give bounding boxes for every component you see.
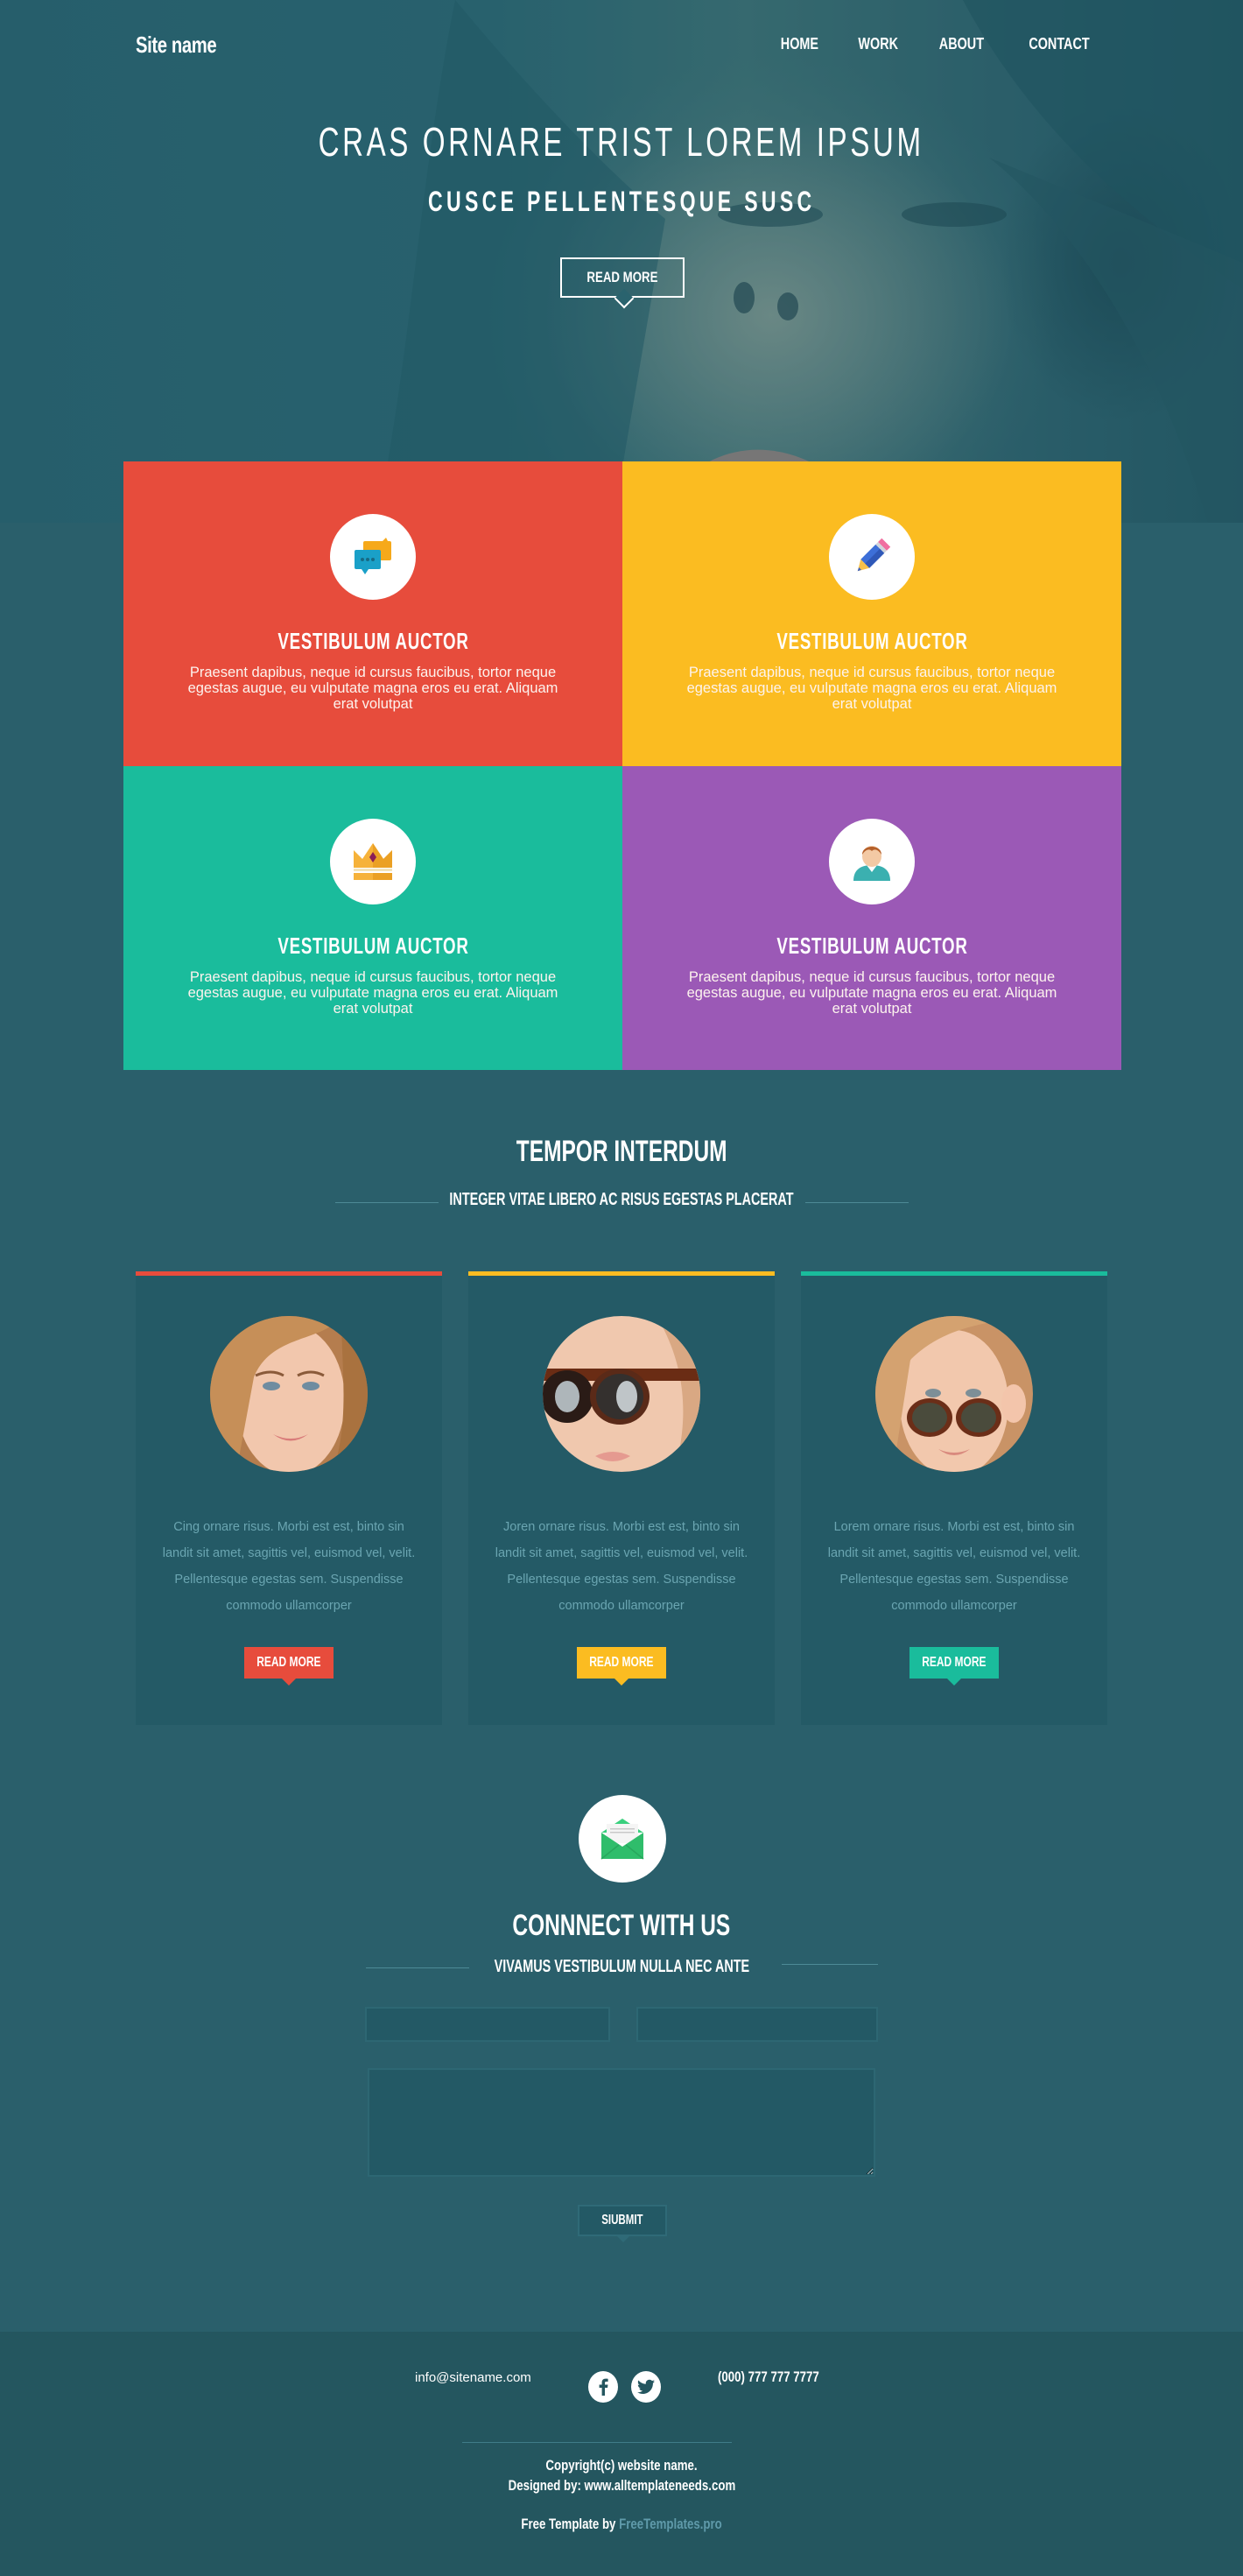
name-input[interactable]	[365, 2007, 610, 2042]
card-read-more-button[interactable]: READ MORE	[244, 1647, 334, 1686]
footer-free-template: Free Template by FreeTemplates.pro	[0, 2516, 1243, 2533]
footer-designed-by-text: Designed by: www.alltemplateneeds.com	[508, 2477, 735, 2494]
nav-contact[interactable]: CONTACT	[1029, 35, 1090, 53]
pencil-icon	[857, 538, 891, 572]
hero-read-more-button[interactable]: READ MORE	[560, 257, 685, 298]
hero-title-text: CRAS ORNARE TRIST LOREM IPSUM	[318, 119, 925, 165]
card-read-more-label: READ MORE	[256, 1655, 321, 1670]
feature-tile-pencil: VESTIBULUM AUCTOR Praesent dapibus, nequ…	[622, 461, 1121, 766]
feature-title-text: VESTIBULUM AUCTOR	[776, 933, 968, 959]
feature-icon-circle	[829, 514, 915, 600]
feature-tile-crown: VESTIBULUM AUCTOR Praesent dapibus, nequ…	[123, 766, 622, 1070]
woman-sunglasses-portrait-image	[543, 1316, 700, 1472]
facebook-icon	[599, 2378, 608, 2396]
main-nav: HOME WORK ABOUT CONTACT	[741, 35, 1090, 53]
hero-subtitle-text: CUSCE PELLENTESQUE SUSC	[427, 186, 816, 217]
footer-copyright-text: Copyright(c) website name.	[545, 2457, 698, 2474]
facebook-button[interactable]	[588, 2371, 618, 2403]
contact-subtitle: VIVAMUS VESTIBULUM NULLA NEC ANTE	[0, 1957, 1243, 1977]
footer-phone: (000) 777 777 7777	[718, 2368, 847, 2386]
message-textarea[interactable]	[368, 2068, 875, 2177]
twitter-button[interactable]	[631, 2371, 661, 2403]
footer-copyright: Copyright(c) website name.	[0, 2457, 1243, 2474]
feature-title-text: VESTIBULUM AUCTOR	[776, 628, 968, 654]
feature-title: VESTIBULUM AUCTOR	[123, 628, 622, 655]
tempor-section-title: TEMPOR INTERDUM	[0, 1135, 1243, 1169]
card-read-more-button[interactable]: READ MORE	[909, 1647, 999, 1686]
hero-read-more-label: READ MORE	[586, 269, 658, 285]
twitter-icon	[637, 2379, 655, 2394]
card-read-more-button[interactable]: READ MORE	[577, 1647, 666, 1686]
divider-right	[782, 1964, 878, 1965]
feature-title: VESTIBULUM AUCTOR	[123, 933, 622, 960]
footer-free-template-text: Free Template by FreeTemplates.pro	[521, 2516, 721, 2533]
divider-right	[805, 1202, 909, 1203]
feature-title-text: VESTIBULUM AUCTOR	[277, 933, 469, 959]
email-input[interactable]	[636, 2007, 878, 2042]
portrait-image	[210, 1316, 368, 1472]
team-cards: Cing ornare risus. Morbi est est, binto …	[136, 1271, 1107, 1725]
tempor-title-text: TEMPOR INTERDUM	[516, 1135, 727, 1168]
card-text: Cing ornare risus. Morbi est est, binto …	[162, 1520, 416, 1613]
feature-tile-chat: VESTIBULUM AUCTOR Praesent dapibus, nequ…	[123, 461, 622, 766]
tempor-subtitle-text: INTEGER VITAE LIBERO AC RISUS EGESTAS PL…	[449, 1190, 794, 1209]
card-read-more-label: READ MORE	[922, 1655, 987, 1670]
card-text: Lorem ornare risus. Morbi est est, binto…	[827, 1520, 1081, 1613]
feature-tile-user: VESTIBULUM AUCTOR Praesent dapibus, nequ…	[622, 766, 1121, 1070]
footer-phone-text: (000) 777 777 7777	[718, 2368, 819, 2385]
footer: info@sitename.com (000) 777 777 7777 Cop…	[0, 2332, 1243, 2576]
team-card: Lorem ornare risus. Morbi est est, binto…	[801, 1271, 1107, 1725]
card-read-more-label: READ MORE	[589, 1655, 654, 1670]
freetemplates-link[interactable]: FreeTemplates.pro	[619, 2516, 722, 2532]
feature-title: VESTIBULUM AUCTOR	[622, 628, 1121, 655]
envelope-icon	[600, 1819, 644, 1860]
team-card: Joren ornare risus. Morbi est est, binto…	[468, 1271, 775, 1725]
portrait-image	[543, 1316, 700, 1472]
feature-text: Praesent dapibus, neque id cursus faucib…	[187, 665, 558, 712]
footer-email-link[interactable]: info@sitename.com	[415, 2370, 531, 2385]
submit-label: SIUBMIT	[601, 2213, 643, 2228]
feature-text: Praesent dapibus, neque id cursus faucib…	[686, 665, 1057, 712]
crown-icon	[354, 843, 392, 880]
nav-work[interactable]: WORK	[859, 35, 899, 53]
feature-text: Praesent dapibus, neque id cursus faucib…	[686, 969, 1057, 1017]
footer-free-template-prefix: Free Template by	[521, 2516, 620, 2532]
team-card: Cing ornare risus. Morbi est est, binto …	[136, 1271, 442, 1725]
contact-title-text: CONNNECT WITH US	[512, 1909, 731, 1942]
feature-icon-circle	[829, 819, 915, 904]
card-text: Joren ornare risus. Morbi est est, binto…	[495, 1520, 748, 1613]
woman-glasses-portrait-image	[875, 1316, 1033, 1472]
portrait-image	[875, 1316, 1033, 1472]
chat-bubbles-icon	[355, 538, 391, 574]
hero-subtitle: CUSCE PELLENTESQUE SUSC	[0, 186, 1243, 218]
hero-title: CRAS ORNARE TRIST LOREM IPSUM	[0, 118, 1243, 165]
contact-subtitle-text: VIVAMUS VESTIBULUM NULLA NEC ANTE	[494, 1957, 749, 1976]
feature-text: Praesent dapibus, neque id cursus faucib…	[187, 969, 558, 1017]
contact-icon-circle	[579, 1795, 666, 1883]
feature-icon-circle	[330, 514, 416, 600]
footer-designed-by: Designed by: www.alltemplateneeds.com	[0, 2477, 1243, 2495]
nav-about[interactable]: ABOUT	[939, 35, 984, 53]
contact-title: CONNNECT WITH US	[0, 1909, 1243, 1943]
user-icon	[853, 846, 890, 881]
site-logo[interactable]: Site name	[136, 32, 217, 59]
features-grid: VESTIBULUM AUCTOR Praesent dapibus, nequ…	[123, 461, 1121, 1070]
nav-home[interactable]: HOME	[781, 35, 818, 53]
feature-title: VESTIBULUM AUCTOR	[622, 933, 1121, 960]
woman-portrait-image	[210, 1316, 368, 1472]
submit-button[interactable]: SIUBMIT	[578, 2205, 667, 2242]
feature-icon-circle	[330, 819, 416, 904]
hero-section: Site name HOME WORK ABOUT CONTACT CRAS O…	[0, 0, 1243, 523]
footer-divider	[462, 2442, 732, 2443]
feature-title-text: VESTIBULUM AUCTOR	[277, 628, 469, 654]
tempor-section-subtitle: INTEGER VITAE LIBERO AC RISUS EGESTAS PL…	[0, 1190, 1243, 1210]
